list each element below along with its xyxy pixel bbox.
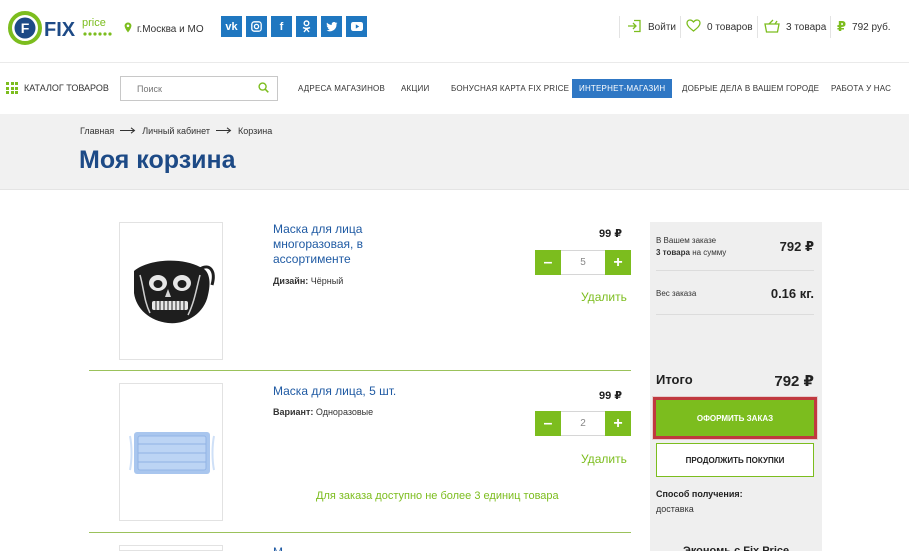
summary-divider: [656, 314, 814, 315]
catalog-button[interactable]: КАТАЛОГ ТОВАРОВ: [6, 82, 109, 94]
increase-button[interactable]: +: [605, 250, 631, 275]
quantity-stepper: – 5 +: [535, 250, 631, 275]
delivery-value: доставка: [656, 504, 694, 514]
odnoklassniki-icon[interactable]: [296, 16, 317, 37]
logo-sub: price: [82, 17, 106, 29]
favorites-count: 0 товаров: [707, 21, 753, 33]
youtube-icon[interactable]: [346, 16, 367, 37]
header-separator: [830, 16, 831, 38]
weight-label: Вес заказа: [656, 289, 697, 298]
grid-icon: [6, 82, 18, 94]
decrease-button[interactable]: –: [535, 250, 561, 275]
search-input[interactable]: [137, 83, 247, 94]
attr-label: Дизайн:: [273, 276, 309, 286]
attr-value: Чёрный: [310, 276, 344, 286]
logo-text: FIX: [44, 19, 76, 41]
attr-value: Одноразовые: [315, 407, 374, 417]
quantity-stepper: – 2 +: [535, 411, 631, 436]
city-label: г.Москва и МО: [137, 23, 204, 35]
items-count: 3 товара: [656, 248, 690, 257]
instagram-icon[interactable]: [246, 16, 267, 37]
product-title[interactable]: М: [273, 545, 398, 551]
page-title: Моя корзина: [79, 146, 236, 174]
header-separator: [757, 16, 758, 38]
remove-link[interactable]: Удалить: [581, 290, 627, 304]
breadcrumb-home[interactable]: Главная: [80, 126, 114, 136]
total-label: Итого: [656, 372, 693, 387]
search-box[interactable]: [120, 76, 278, 101]
breadcrumb-account[interactable]: Личный кабинет: [142, 126, 210, 136]
summary-sum: 792 ₽: [779, 239, 814, 254]
summary-items: В Вашем заказе 3 товара на сумму: [656, 235, 726, 259]
svg-text:F: F: [21, 20, 30, 36]
product-image[interactable]: [119, 383, 223, 521]
checkout-button[interactable]: ОФОРМИТЬ ЗАКАЗ: [653, 397, 817, 439]
product-divider: [89, 532, 631, 533]
quantity-field[interactable]: 2: [561, 411, 605, 436]
summary-divider: [656, 270, 814, 271]
nav-online-store[interactable]: ИНТЕРНЕТ-МАГАЗИН: [572, 79, 673, 98]
cart-link[interactable]: 3 товара: [764, 14, 826, 40]
login-icon: [627, 19, 642, 36]
vk-icon[interactable]: vk: [221, 16, 242, 37]
savings-link[interactable]: Экономь с Fix Price: [683, 545, 789, 551]
cart-total-label: 792 руб.: [852, 21, 891, 33]
catalog-label: КАТАЛОГ ТОВАРОВ: [24, 83, 109, 93]
product-image[interactable]: [119, 545, 223, 551]
product-title[interactable]: Маска для лица, 5 шт.: [273, 384, 433, 399]
city-selector[interactable]: г.Москва и МО: [124, 22, 204, 36]
product-title[interactable]: Маска для лица многоразовая, в ассортиме…: [273, 222, 398, 267]
ruble-icon: ₽: [837, 19, 847, 34]
product-attribute: Вариант: Одноразовые: [273, 407, 373, 417]
heart-icon: [686, 19, 701, 35]
product-divider: [89, 370, 631, 371]
nav-careers[interactable]: РАБОТА У НАС: [831, 84, 891, 93]
items-suffix: на сумму: [692, 248, 727, 257]
product-price: 99 ₽: [599, 228, 622, 240]
twitter-icon[interactable]: [321, 16, 342, 37]
basket-icon: [764, 19, 780, 36]
search-icon[interactable]: [258, 80, 269, 98]
nav-good-deeds[interactable]: ДОБРЫЕ ДЕЛА В ВАШЕМ ГОРОДЕ: [682, 84, 819, 93]
login-label: Войти: [648, 21, 676, 33]
cart-total[interactable]: ₽ 792 руб.: [837, 14, 891, 40]
in-order-label: В Вашем заказе: [656, 236, 717, 245]
header-separator: [680, 16, 681, 38]
arrow-right-icon: [215, 126, 232, 136]
availability-notice: Для заказа доступно не более 3 единиц то…: [316, 490, 559, 502]
total-value: 792 ₽: [774, 373, 814, 390]
product-image[interactable]: [119, 222, 223, 360]
login-link[interactable]: Войти: [627, 14, 676, 40]
product-attribute: Дизайн: Чёрный: [273, 276, 343, 286]
increase-button[interactable]: +: [605, 411, 631, 436]
nav-promos[interactable]: АКЦИИ: [401, 84, 429, 93]
remove-link[interactable]: Удалить: [581, 452, 627, 466]
continue-shopping-button[interactable]: ПРОДОЛЖИТЬ ПОКУПКИ: [656, 443, 814, 477]
delivery-label: Способ получения:: [656, 489, 743, 499]
breadcrumb: Главная Личный кабинет Корзина: [80, 126, 272, 136]
nav-stores[interactable]: АДРЕСА МАГАЗИНОВ: [298, 84, 385, 93]
breadcrumb-cart: Корзина: [237, 126, 273, 136]
weight-value: 0.16 кг.: [770, 286, 814, 301]
attr-label: Вариант:: [273, 407, 314, 417]
header-divider: [0, 62, 909, 63]
cart-count: 3 товара: [786, 21, 827, 33]
product-price: 99 ₽: [599, 390, 622, 402]
nav-bonus-card[interactable]: БОНУСНАЯ КАРТА FIX PRICE: [451, 84, 569, 93]
facebook-icon[interactable]: f: [271, 16, 292, 37]
fixprice-logo[interactable]: F FIX price: [8, 10, 120, 46]
decrease-button[interactable]: –: [535, 411, 561, 436]
arrow-right-icon: [120, 126, 136, 136]
header-separator: [619, 16, 620, 38]
social-links: vk f: [221, 16, 367, 37]
favorites-link[interactable]: 0 товаров: [686, 14, 753, 40]
location-pin-icon: [124, 22, 132, 36]
quantity-field[interactable]: 5: [561, 250, 605, 275]
